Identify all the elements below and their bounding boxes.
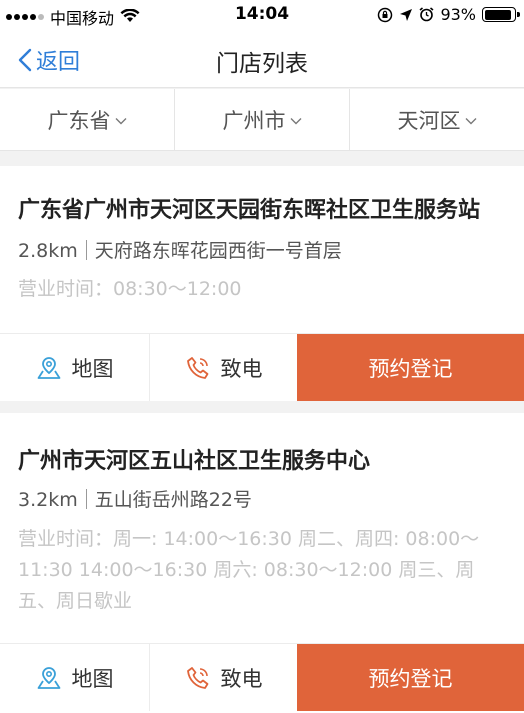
- book-appointment-button[interactable]: 预约登记: [297, 334, 524, 401]
- call-button[interactable]: 致电: [150, 334, 297, 401]
- phone-icon: [186, 666, 208, 689]
- status-bar: 中国移动 14:04 93%: [0, 0, 524, 30]
- status-right: 93%: [377, 5, 520, 24]
- map-pin-icon: [37, 356, 60, 379]
- call-button[interactable]: 致电: [150, 644, 297, 711]
- location-icon: [400, 8, 413, 21]
- map-button[interactable]: 地图: [0, 644, 150, 711]
- chevron-down-icon: [290, 117, 301, 124]
- phone-icon: [186, 356, 208, 379]
- store-distance: 3.2km: [18, 489, 78, 511]
- map-pin-icon: [37, 666, 60, 689]
- store-actions: 地图 致电 预约登记: [0, 333, 524, 401]
- store-address-line: 2.8km 天府路东晖花园西街一号首层: [18, 236, 342, 263]
- store-address-line: 3.2km 五山街岳州路22号: [18, 485, 252, 512]
- book-appointment-button[interactable]: 预约登记: [297, 644, 524, 711]
- call-label: 致电: [220, 356, 263, 381]
- page-title: 门店列表: [216, 51, 308, 77]
- alarm-icon: [419, 7, 434, 22]
- map-label: 地图: [71, 356, 114, 381]
- store-address: 五山街岳州路22号: [94, 489, 252, 511]
- district-filter-label: 天河区: [397, 108, 461, 133]
- divider: [85, 240, 87, 260]
- city-filter-label: 广州市: [222, 108, 286, 133]
- map-button[interactable]: 地图: [0, 334, 150, 401]
- store-hours: 营业时间：周一: 14:00～16:30 周二、周四: 08:00～11:30 …: [18, 528, 480, 612]
- store-name[interactable]: 广州市天河区五山社区卫生服务中心: [18, 443, 504, 475]
- store-name[interactable]: 广东省广州市天河区天园街东晖社区卫生服务站: [18, 192, 504, 224]
- chevron-down-icon: [115, 117, 126, 124]
- rotation-lock-icon: [378, 7, 393, 22]
- store-card: 广州市天河区五山社区卫生服务中心 3.2km 五山街岳州路22号 营业时间：周一:…: [0, 413, 524, 713]
- province-filter[interactable]: 广东省: [0, 89, 175, 150]
- map-label: 地图: [71, 666, 114, 691]
- district-filter[interactable]: 天河区: [350, 89, 524, 150]
- battery-percent: 93%: [440, 5, 476, 24]
- province-filter-label: 广东省: [47, 108, 111, 133]
- chevron-down-icon: [465, 117, 476, 124]
- store-address: 天府路东晖花园西街一号首层: [94, 240, 342, 262]
- store-actions: 地图 致电 预约登记: [0, 643, 524, 711]
- store-distance: 2.8km: [18, 240, 78, 262]
- nav-bar: 返回 门店列表: [0, 30, 524, 88]
- store-hours: 营业时间：08:30～12:00: [18, 278, 242, 300]
- region-filter-bar: 广东省 广州市 天河区: [0, 89, 524, 151]
- city-filter[interactable]: 广州市: [175, 89, 350, 150]
- store-card: 广东省广州市天河区天园街东晖社区卫生服务站 2.8km 天府路东晖花园西街一号首层…: [0, 166, 524, 401]
- battery-icon: [482, 7, 520, 22]
- divider: [85, 489, 87, 509]
- call-label: 致电: [220, 666, 263, 691]
